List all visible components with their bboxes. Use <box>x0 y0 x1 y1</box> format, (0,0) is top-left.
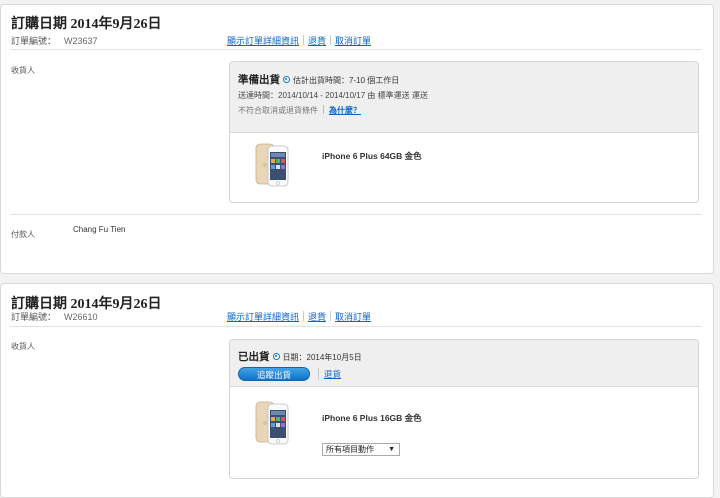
iphone-product-image <box>255 143 289 187</box>
recipient-label: 收貨人 <box>11 66 35 75</box>
show-order-details-link[interactable]: 顯示訂單詳細資訊 <box>227 36 299 46</box>
why-link[interactable]: 為什麼？ <box>329 106 361 115</box>
shipment-status: 已出貨 日期：2014年10月5日 <box>238 349 362 364</box>
divider <box>10 49 702 50</box>
chevron-down-icon: ▼ <box>388 446 395 453</box>
info-icon <box>283 76 290 83</box>
link-divider <box>318 368 319 380</box>
delivery-window: 送達時間：2014/10/14 - 2014/10/17 由 標準運送 運送 <box>238 91 428 100</box>
info-icon <box>272 353 280 360</box>
track-shipment-button[interactable]: 追蹤出貨 <box>238 367 310 381</box>
order-card: 訂購日期 2014年9月26日 訂單編號： W26610 顯示訂單詳細資訊 退貨 取消… <box>0 283 714 498</box>
recipient-label: 收貨人 <box>11 342 35 351</box>
link-divider <box>330 311 332 321</box>
shipment-header: 準備出貨 估計出貨時間：7-10 個工作日 送達時間：2014/10/14 - 2… <box>230 62 698 133</box>
order-links: 顯示訂單詳細資訊 退貨 取消訂單 <box>227 34 371 47</box>
shipment-box: 已出貨 日期：2014年10月5日 追蹤出貨 退貨 iPhone 6 Plus 1… <box>229 339 699 479</box>
link-divider <box>323 105 324 114</box>
link-divider <box>303 35 305 45</box>
payer-label: 付款人 <box>11 230 35 239</box>
not-eligible-text: 不符合取消或退貨條件 <box>238 106 318 115</box>
iphone-product-image <box>255 401 289 445</box>
order-number: 訂單編號： W23637 <box>11 34 98 47</box>
item-actions-select[interactable]: 所有項目動作 ▼ <box>322 443 400 456</box>
payer-name: Chang Fu Tien <box>73 225 126 234</box>
order-number-label: 訂單編號： <box>11 36 57 46</box>
show-order-details-link[interactable]: 顯示訂單詳細資訊 <box>227 312 299 322</box>
shipment-status: 準備出貨 估計出貨時間：7-10 個工作日 <box>238 72 399 87</box>
order-number: 訂單編號： W26610 <box>11 310 98 323</box>
divider <box>10 214 702 215</box>
shipment-status-text: 已出貨 <box>238 351 270 363</box>
shipment-header: 已出貨 日期：2014年10月5日 追蹤出貨 退貨 <box>230 340 698 387</box>
cancel-order-link[interactable]: 取消訂單 <box>335 36 371 46</box>
order-date-title: 訂購日期 2014年9月26日 <box>11 17 162 32</box>
return-link[interactable]: 退貨 <box>324 368 341 380</box>
product-name: iPhone 6 Plus 64GB 金色 <box>322 151 422 161</box>
order-number-value: W23637 <box>64 36 98 46</box>
order-number-label: 訂單編號： <box>11 312 57 322</box>
order-number-value: W26610 <box>64 312 98 322</box>
item-actions-select-value: 所有項目動作 <box>326 445 374 454</box>
shipment-box: 準備出貨 估計出貨時間：7-10 個工作日 送達時間：2014/10/14 - 2… <box>229 61 699 203</box>
shipment-date: 日期：2014年10月5日 <box>282 353 362 362</box>
order-links: 顯示訂單詳細資訊 退貨 取消訂單 <box>227 310 371 323</box>
order-card: 訂購日期 2014年9月26日 訂單編號： W23637 顯示訂單詳細資訊 退貨 取消… <box>0 4 714 274</box>
eligibility-note: 不符合取消或退貨條件 為什麼？ <box>238 105 361 116</box>
return-link[interactable]: 退貨 <box>308 36 326 46</box>
return-link[interactable]: 退貨 <box>308 312 326 322</box>
divider <box>10 326 702 327</box>
link-divider <box>330 35 332 45</box>
shipment-estimate: 估計出貨時間：7-10 個工作日 <box>293 76 400 85</box>
product-name: iPhone 6 Plus 16GB 金色 <box>322 413 422 423</box>
link-divider <box>303 311 305 321</box>
shipment-status-text: 準備出貨 <box>238 74 280 86</box>
cancel-order-link[interactable]: 取消訂單 <box>335 312 371 322</box>
